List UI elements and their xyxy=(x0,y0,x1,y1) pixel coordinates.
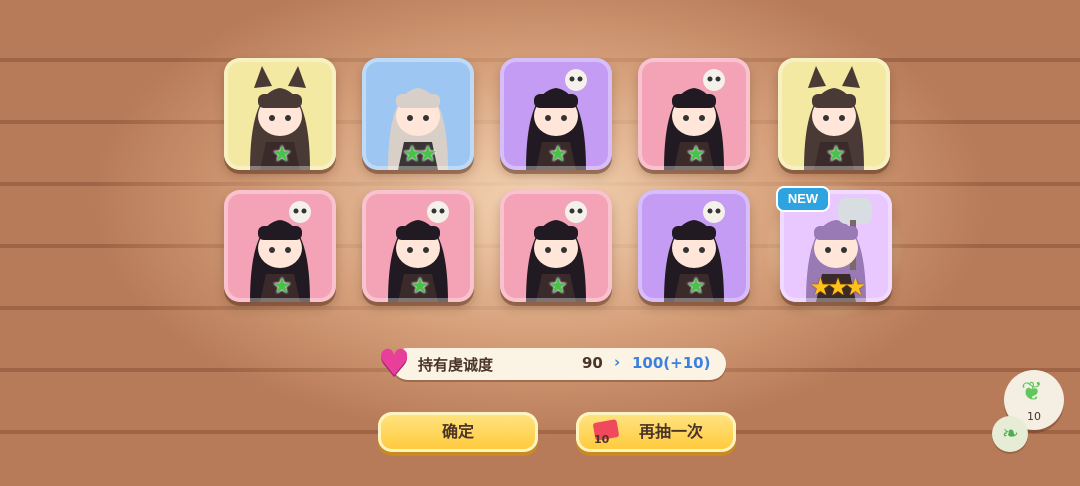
draw-again-label: 再抽一次 xyxy=(638,422,703,441)
piety-next: 100(+10) xyxy=(632,354,711,372)
ticket-count: 10 xyxy=(594,433,610,446)
piety-bar: ♥ 持有虔诚度 90 › 100(+10) xyxy=(378,344,726,384)
arrow-right-icon: › xyxy=(614,353,621,371)
draw-again-button[interactable]: 10 再抽一次 xyxy=(576,412,736,452)
green-star-icon: ★ xyxy=(548,142,568,167)
character-card[interactable]: ★ xyxy=(224,58,336,170)
green-star-icon: ★ xyxy=(272,274,292,299)
green-star-icon: ★ xyxy=(686,142,706,167)
character-card[interactable]: ★ xyxy=(224,190,336,302)
character-card[interactable]: ★ xyxy=(500,190,612,302)
gold-stars-icon: ★★★ xyxy=(809,273,867,301)
green-star-icon: ★ xyxy=(272,142,292,167)
green-star-icon: ★★ xyxy=(402,142,437,167)
confirm-button[interactable]: 确定 xyxy=(378,412,538,452)
piety-label: 持有虔诚度 xyxy=(418,356,494,374)
character-card[interactable]: ★ xyxy=(500,58,612,170)
character-card[interactable]: ★ xyxy=(638,58,750,170)
green-star-icon: ★ xyxy=(410,274,430,299)
sprout-button[interactable]: ❧ xyxy=(992,416,1028,452)
new-badge: NEW xyxy=(776,186,830,212)
piety-current: 90 xyxy=(582,354,603,372)
heart-icon: ♥ xyxy=(378,343,411,384)
character-card[interactable]: ★ xyxy=(638,190,750,302)
butterfly-leaf-icon: ❦ xyxy=(1021,377,1043,407)
character-card[interactable]: ★ xyxy=(362,190,474,302)
green-star-icon: ★ xyxy=(826,142,846,167)
green-star-icon: ★ xyxy=(686,274,706,299)
sprout-icon: ❧ xyxy=(1002,421,1019,445)
character-card[interactable]: ★★ xyxy=(362,58,474,170)
character-card[interactable]: ★ xyxy=(778,58,890,170)
green-star-icon: ★ xyxy=(548,274,568,299)
